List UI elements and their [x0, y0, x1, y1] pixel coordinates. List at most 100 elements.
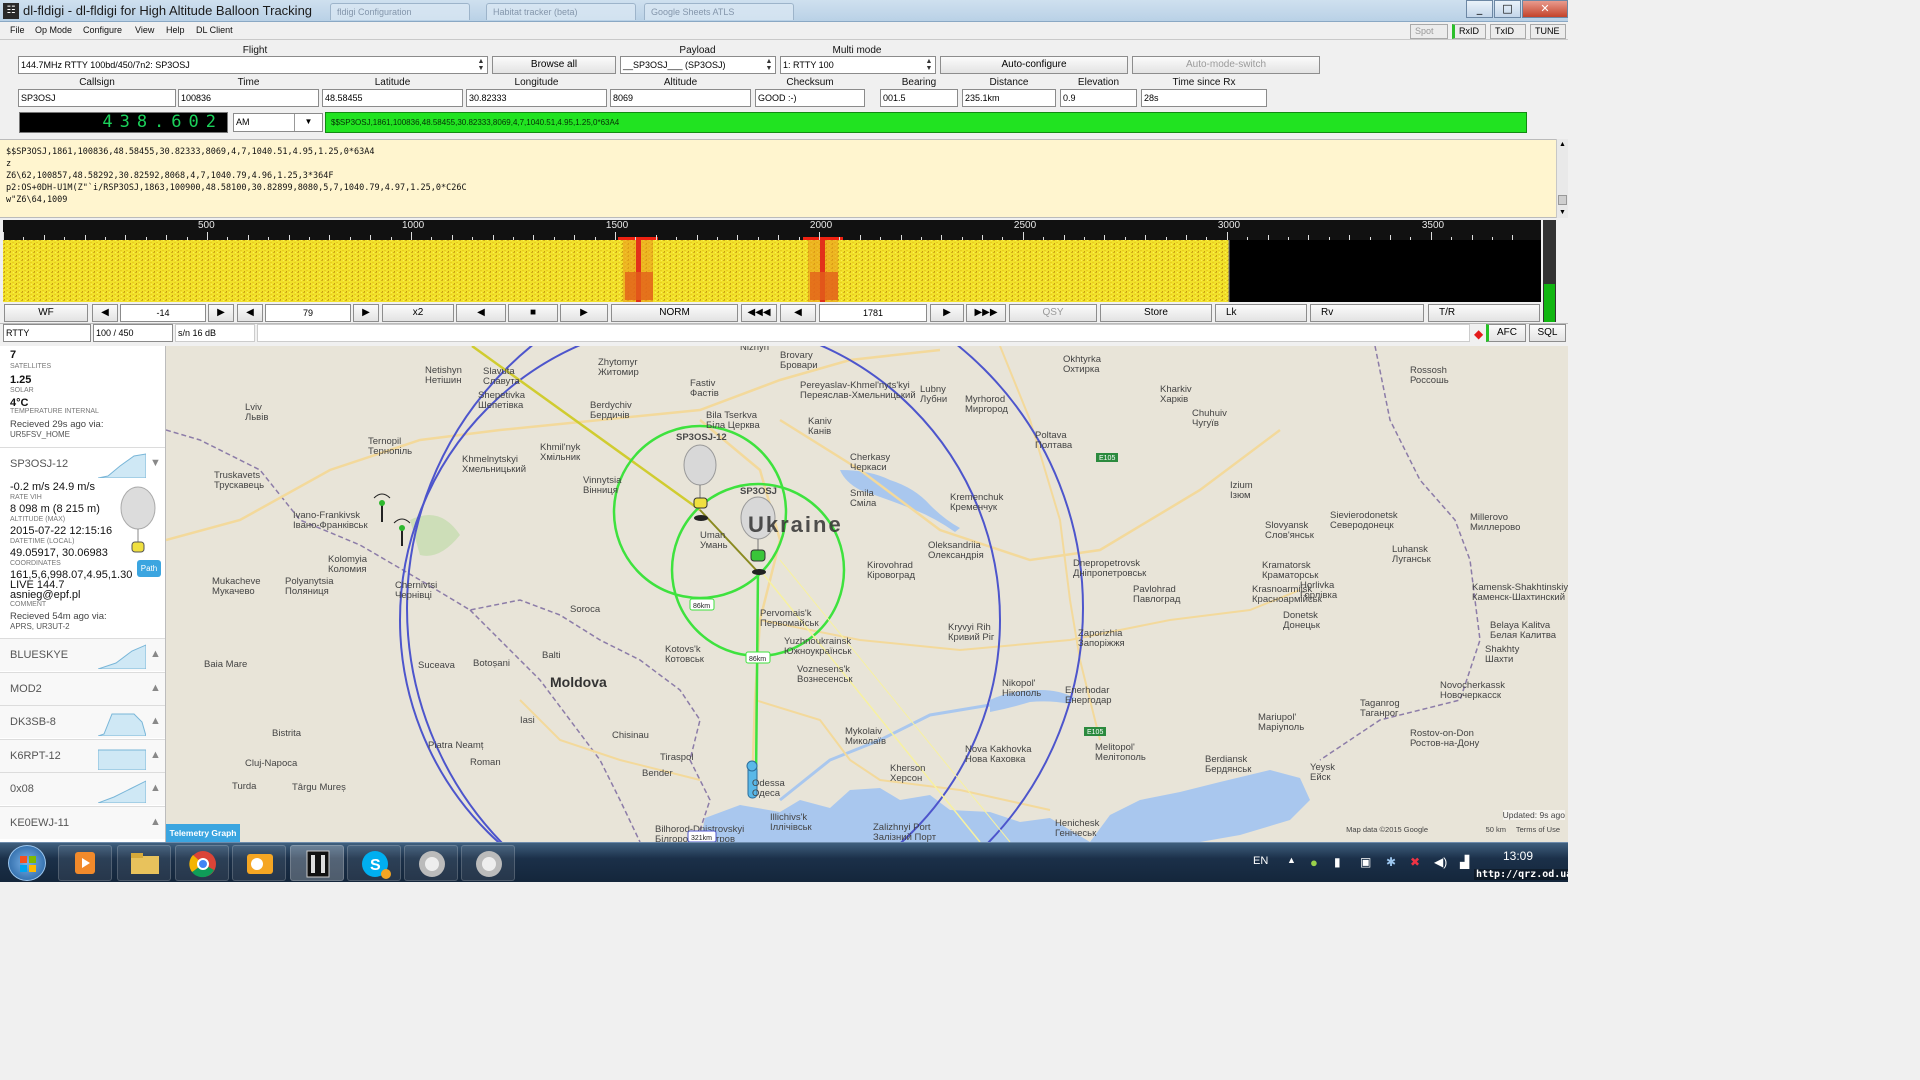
flight-select[interactable]: 144.7MHz RTTY 100bd/450/7n2: SP3OSJ ▲ ▼ [18, 56, 488, 74]
tracker-row[interactable]: 0x08 ▲ [0, 772, 165, 805]
show-hidden-icons[interactable]: ▲ [1287, 855, 1296, 865]
tracker-row[interactable]: K6RPT-12 ▲ [0, 739, 165, 772]
lock-button[interactable]: Lk [1215, 304, 1307, 322]
clock-time[interactable]: 13:09 [1503, 849, 1533, 863]
frequency-display[interactable]: 438.602 [19, 112, 228, 133]
taskbar-media-player[interactable] [58, 845, 112, 881]
bearing-field[interactable]: 001.5 [880, 89, 958, 107]
tray-app-icon[interactable]: ● [1310, 855, 1318, 870]
status-bandwidth[interactable]: 100 / 450 [93, 324, 173, 342]
spot-button[interactable]: Spot [1410, 24, 1448, 39]
multimode-select[interactable]: 1: RTTY 100 ▲ ▼ [780, 56, 936, 74]
tracker-row-sp3osj-12[interactable]: SP3OSJ-12 ▼ [0, 447, 165, 480]
afc-button[interactable]: AFC [1486, 324, 1526, 342]
step-back-button[interactable]: ◀ [780, 304, 816, 322]
range-down-button[interactable]: ◀ [237, 304, 263, 322]
signal-icon[interactable]: ▟ [1460, 855, 1469, 869]
tray-monitor-icon[interactable]: ▣ [1360, 855, 1371, 869]
reverse-button[interactable]: Rv [1310, 304, 1424, 322]
step-forward-button[interactable]: ▶ [930, 304, 964, 322]
background-tab-3[interactable]: Google Sheets ATLS [644, 3, 794, 20]
slower-button[interactable]: ◀ [456, 304, 506, 322]
faster-button[interactable]: ▶ [560, 304, 608, 322]
maximize-button[interactable]: □ [1494, 0, 1521, 18]
scroll-down-icon[interactable]: ▼ [1557, 209, 1568, 216]
carrier-field[interactable]: 1781 [819, 304, 927, 322]
time-since-rx-field[interactable]: 28s [1141, 89, 1267, 107]
rxid-button[interactable]: RxID [1452, 24, 1486, 39]
path-button[interactable]: Path [137, 560, 161, 577]
tray-device-icon[interactable]: ▮ [1334, 855, 1341, 869]
scroll-thumb[interactable] [1558, 195, 1567, 205]
auto-configure-button[interactable]: Auto-configure [940, 56, 1128, 74]
offset-field[interactable]: -14 [120, 304, 206, 322]
menu-op-mode[interactable]: Op Mode [35, 25, 72, 35]
minimize-button[interactable]: _ [1466, 0, 1493, 18]
callsign-field[interactable]: SP3OSJ [18, 89, 176, 107]
close-button[interactable]: ✕ [1522, 0, 1568, 18]
menu-help[interactable]: Help [166, 25, 185, 35]
payload-select[interactable]: __SP3OSJ___ (SP3OSJ) ▲ ▼ [620, 56, 776, 74]
mode-select[interactable]: AM ▼ [233, 113, 323, 132]
range-up-button[interactable]: ▶ [353, 304, 379, 322]
scroll-up-icon[interactable]: ▲ [1557, 141, 1568, 148]
tune-button[interactable]: TUNE [1530, 24, 1566, 39]
expand-icon[interactable]: ▲ [150, 648, 161, 660]
menu-file[interactable]: File [10, 25, 25, 35]
bluetooth-icon[interactable]: ✱ [1386, 855, 1396, 869]
expand-icon[interactable]: ▲ [150, 715, 161, 727]
offset-up-button[interactable]: ▶ [208, 304, 234, 322]
volume-icon[interactable]: ◀) [1434, 855, 1447, 869]
rx-scrollbar[interactable]: ▲ ▼ [1556, 139, 1568, 218]
taskbar-mail[interactable] [232, 845, 286, 881]
altitude-field[interactable]: 8069 [610, 89, 751, 107]
menu-dl-client[interactable]: DL Client [196, 25, 233, 35]
latitude-field[interactable]: 48.58455 [322, 89, 463, 107]
tracker-map[interactable]: Netishyn Нетішин Slavuta Славута Zhytomyr Жит… [166, 346, 1568, 842]
browse-all-button[interactable]: Browse all [492, 56, 616, 74]
taskbar-skype[interactable]: S [347, 845, 401, 881]
qsy-button[interactable]: QSY [1009, 304, 1097, 322]
norm-button[interactable]: NORM [611, 304, 738, 322]
receive-text-area[interactable]: $$SP3OSJ,1861,100836,48.58455,30.82333,8… [0, 139, 1556, 218]
zoom-button[interactable]: x2 [382, 304, 454, 322]
offset-down-button[interactable]: ◀ [92, 304, 118, 322]
taskbar-dlfldigi[interactable] [290, 845, 344, 881]
sql-button[interactable]: SQL [1529, 324, 1566, 342]
menu-view[interactable]: View [135, 25, 154, 35]
fast-rewind-button[interactable]: ◀◀◀ [741, 304, 777, 322]
collapse-icon[interactable]: ▼ [150, 457, 161, 469]
pause-button[interactable]: ■ [508, 304, 558, 322]
tracker-row[interactable]: MOD2 ▲ [0, 672, 165, 705]
expand-icon[interactable]: ▲ [150, 682, 161, 694]
tracker-row[interactable]: DK3SB-8 ▲ [0, 705, 165, 738]
elevation-field[interactable]: 0.9 [1060, 89, 1137, 107]
distance-field[interactable]: 235.1km [962, 89, 1056, 107]
expand-icon[interactable]: ▲ [150, 749, 161, 761]
longitude-field[interactable]: 30.82333 [466, 89, 607, 107]
taskbar-chrome[interactable] [175, 845, 229, 881]
auto-mode-switch-button[interactable]: Auto-mode-switch [1132, 56, 1320, 74]
wf-mode-button[interactable]: WF [4, 304, 88, 322]
network-error-icon[interactable]: ✖ [1410, 855, 1420, 869]
expand-icon[interactable]: ▲ [150, 816, 161, 828]
app-icon[interactable]: ☷ [3, 3, 19, 19]
background-tab-1[interactable]: fldigi Configuration [330, 3, 470, 20]
waterfall-display[interactable] [3, 240, 1541, 302]
tx-rx-button[interactable]: T/R [1428, 304, 1540, 322]
language-indicator[interactable]: EN [1253, 855, 1268, 867]
taskbar-explorer[interactable] [117, 845, 171, 881]
status-mode[interactable]: RTTY [3, 324, 91, 342]
menu-configure[interactable]: Configure [83, 25, 122, 35]
tracker-row[interactable]: KE0EWJ-11 ▲ [0, 806, 165, 839]
taskbar-speaker-app-2[interactable] [461, 845, 515, 881]
start-button[interactable] [8, 845, 46, 881]
map-canvas[interactable]: NetishynНетішинSlavutaСлавутаZhytomyrЖит… [166, 346, 1568, 842]
time-field[interactable]: 100836 [178, 89, 319, 107]
range-field[interactable]: 79 [265, 304, 351, 322]
txid-button[interactable]: TxID [1490, 24, 1526, 39]
fast-forward-button[interactable]: ▶▶▶ [966, 304, 1006, 322]
background-tab-2[interactable]: Habitat tracker (beta) [486, 3, 636, 20]
checksum-field[interactable]: GOOD :-) [755, 89, 865, 107]
expand-icon[interactable]: ▲ [150, 782, 161, 794]
